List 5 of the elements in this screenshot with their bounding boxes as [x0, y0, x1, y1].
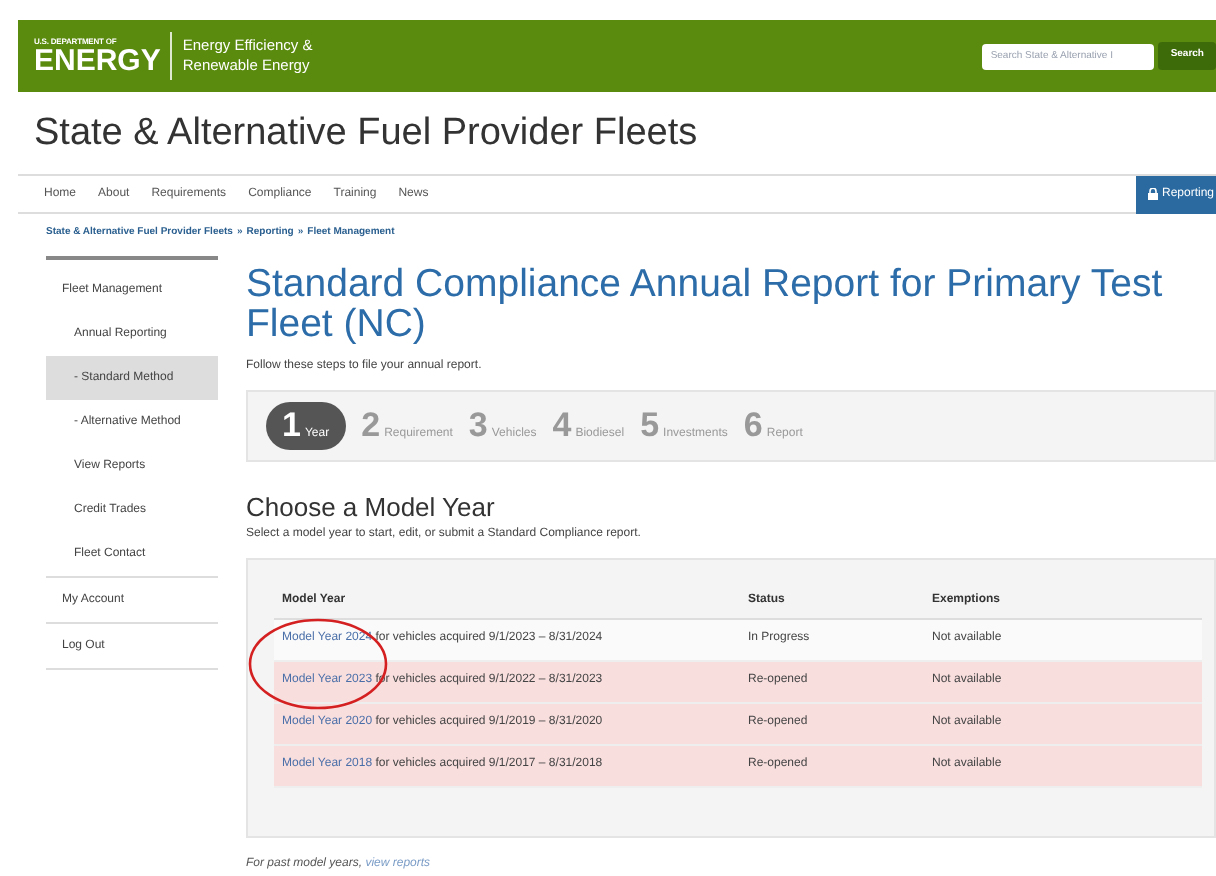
page-title: Standard Compliance Annual Report for Primary Test Fleet (NC) — [246, 263, 1165, 343]
section-title: Choose a Model Year — [246, 491, 497, 523]
annotation-circle — [248, 616, 388, 712]
lock-icon — [1147, 188, 1158, 200]
site-title: State & Alternative Fuel Provider Fleets — [34, 110, 700, 158]
